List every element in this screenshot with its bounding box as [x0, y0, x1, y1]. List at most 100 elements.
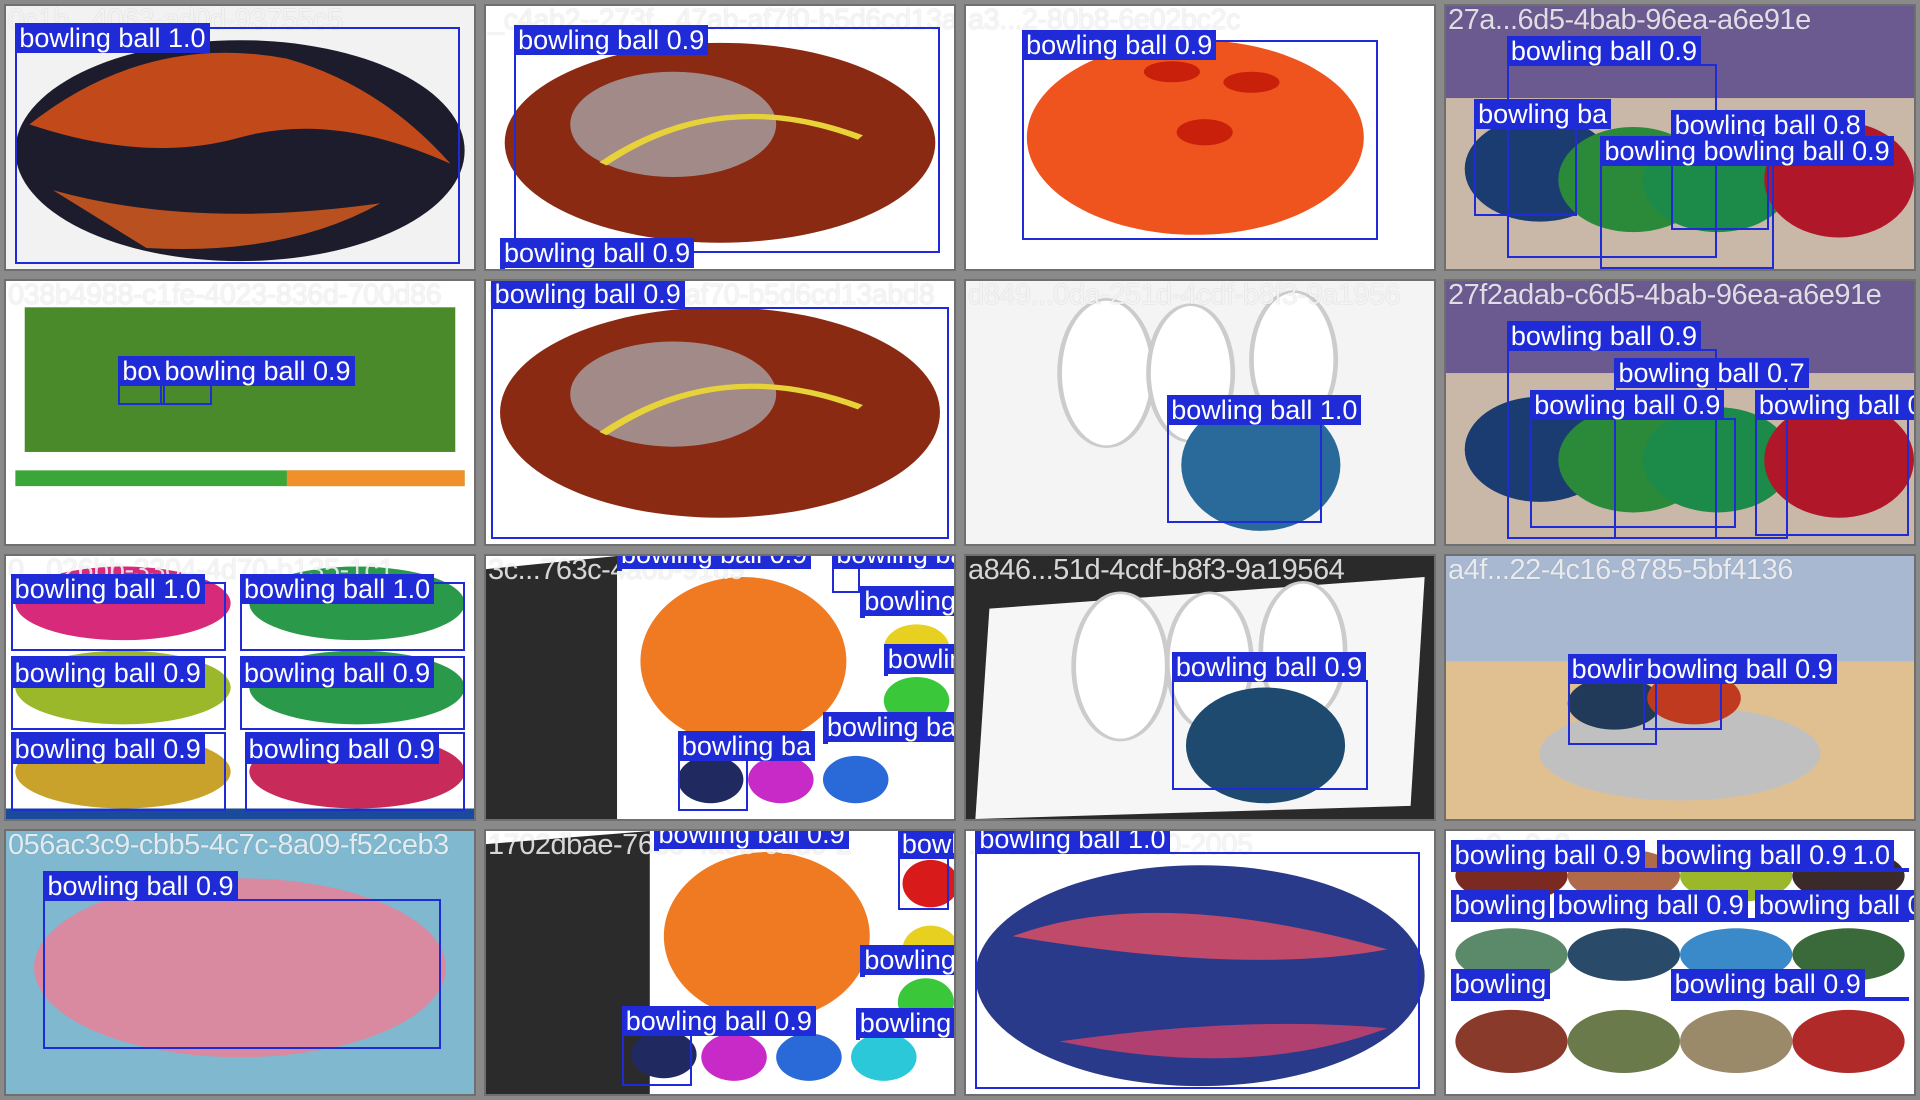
tile-10: 3c...763c-4a0b-91d9 bowling ball 0.9 bow…	[484, 554, 956, 821]
detection-label: bowling ball 0.9	[860, 585, 954, 616]
bounding-box: bowling ball 0.9	[43, 871, 442, 1050]
bounding-box: bowling ball 0.4	[832, 556, 954, 593]
bounding-box: bowling ball 1.0	[15, 23, 460, 264]
bounding-box: bowling ball 1.0	[10, 574, 226, 651]
detection-label: bowling ball 0.9	[514, 25, 709, 56]
bounding-box: bowling ball 0.9	[1022, 30, 1378, 241]
detection-label: bowling ball 0.9	[1642, 654, 1837, 685]
detection-label: bowling ball 0.9	[855, 1008, 954, 1039]
detection-label: bowlin	[897, 831, 954, 860]
detection-label: bowling ball 0.9	[654, 831, 849, 849]
detection-label: bowling ball 0.9	[1670, 968, 1865, 999]
tile-3: a3...2-80b8-6e02bc2c bowling ball 0.9	[964, 4, 1436, 271]
tile-14: 1702dbae-763c-4a0b-91d9-2 bowling ball 0…	[484, 829, 956, 1096]
detection-label: bowling bowling ball 0.9	[1600, 135, 1894, 166]
bounding-box: bowling ball 0.9	[1171, 651, 1369, 791]
bounding-box: bowling ball 0.9	[654, 831, 849, 851]
detection-label: bowling ball 0.9	[617, 556, 812, 569]
bounding-box: bowling ball 0.9	[860, 585, 954, 618]
bounding-box: bowling ball 0.9	[822, 712, 954, 745]
detection-label: bowling ba	[677, 730, 815, 761]
bounding-box: bowling ball 0.9	[244, 732, 465, 812]
detection-label: bowling ball 0.9	[43, 871, 238, 902]
tile-5: 038b4988-c1fe-4023-836d-700d86 bov bowli…	[4, 279, 476, 546]
tile-4: 27a...6d5-4bab-96ea-a6e91e bowling ball …	[1444, 4, 1916, 271]
bounding-box: bowling ba	[1474, 98, 1612, 217]
tile-9: 0...026bb-3304-4d70-b135-1c1 bowling bal…	[4, 554, 476, 821]
bounding-box: bowling ball 0.9	[10, 655, 226, 730]
detection-label: bowling ball 0.9	[160, 355, 355, 386]
detection-label: bowling ball 0.9	[1754, 889, 1914, 920]
tile-13: 056ac3c9-cbb5-4c7c-8a09-f52ceb3 bowling …	[4, 829, 476, 1096]
detection-label: bowling ball 0.9	[244, 734, 439, 765]
detection-label: bowling ball 0.9	[500, 238, 695, 269]
bounding-box: bov	[118, 355, 170, 405]
detection-label: bowling ball 0.9	[490, 281, 685, 310]
detection-label: bowling ball 1.0	[10, 574, 205, 605]
detection-label: bowling ball 0.9	[1506, 35, 1701, 66]
detection-label: bowling ball 1.0	[240, 574, 435, 605]
bounding-box: bowling ball 0.9	[500, 238, 695, 269]
bounding-box: bowling ba	[677, 730, 815, 812]
bounding-box: bowling ball 0.9	[240, 655, 465, 730]
tile-2: _c4ab2--273f...47ab-af7f0-b5d6cd13ab8 bo…	[484, 4, 956, 271]
detection-label: bowling ball 0.9	[1656, 839, 1851, 870]
detection-label: bowling ball 0.9	[10, 657, 205, 688]
bounding-box: bowling ball 0.9	[1754, 889, 1914, 922]
bounding-box: bowling ball 0.9	[621, 1005, 816, 1087]
tile-8: 27f2adab-c6d5-4bab-96ea-a6e91e bowling b…	[1444, 279, 1916, 546]
detection-grid: 0c1b...4063-ad0d-93755c5 bowling ball 1.…	[0, 0, 1920, 1100]
bounding-box: bowling ball 0.4	[883, 643, 954, 676]
detection-label: bowling ball 0.4	[883, 643, 954, 674]
bounding-box: bowling ball 0.9	[1553, 889, 1760, 922]
detection-label: bowling ball 0.8	[860, 945, 954, 976]
bounding-box: bowling ball 0.9	[514, 25, 940, 254]
detection-label: bowling ball 0.9	[1530, 389, 1725, 420]
detection-label: bowling ball 0.9	[10, 734, 205, 765]
bounding-box: bowling ball 0.9	[1656, 839, 1854, 872]
bounding-box: bowling ball 1.0	[975, 831, 1420, 1089]
detection-label: bowling ball 0.9	[1553, 889, 1748, 920]
tile-6: fbe4...efe-47ab-af70-b5d6cd13abd8 bowlin…	[484, 279, 956, 546]
detection-label: bowling ball 0.9	[1754, 389, 1914, 420]
bounding-box: bowling bowling ball 0.9	[1600, 135, 1894, 269]
bounding-box: bowling ball 0.9	[490, 281, 950, 539]
bounding-box: bowling ball 0.8	[860, 945, 954, 978]
detection-label: bowling ball 0.9	[1506, 321, 1701, 352]
detection-label: bowling ball 1.0	[15, 23, 210, 54]
tile-16: ...a9...0c2 bowling ball 0.9 bowling bal…	[1444, 829, 1916, 1096]
detection-label: bowling ball 0.9	[621, 1005, 816, 1036]
bounding-box: bowlin	[897, 831, 954, 910]
tile-1: 0c1b...4063-ad0d-93755c5 bowling ball 1.…	[4, 4, 476, 271]
detection-label: bowling ball 0.7	[1614, 358, 1809, 389]
bounding-box: bowling ball 0.9	[10, 732, 226, 812]
detection-label: bowling ba	[1474, 98, 1612, 129]
tile-15: ...7d2-4490-8a50-2005 bowling ball 1.0	[964, 829, 1436, 1096]
bounding-box: bowling ball 0.9	[855, 1008, 954, 1041]
detection-label: bowling	[1450, 968, 1551, 999]
bounding-box: bowling	[1450, 889, 1554, 922]
detection-label: bowling ball 0.9	[1022, 30, 1217, 61]
bounding-box: bowling ball 0.9	[1754, 389, 1914, 537]
tile-image	[6, 281, 474, 544]
bounding-box: bowling ball 0.9	[160, 355, 355, 405]
detection-label: bowling ball 1.0	[975, 831, 1170, 855]
detection-label: bowling ball 0.9	[240, 657, 435, 688]
detection-label: 1.0	[1848, 839, 1895, 870]
bounding-box: 1.0	[1848, 839, 1910, 872]
bounding-box: bowling	[1450, 968, 1551, 1001]
detection-label: bowling ball 0.9	[1171, 651, 1367, 682]
bounding-box: bowling ball 1.0	[1167, 395, 1362, 523]
bounding-box: bowling ball 1.0	[240, 574, 465, 651]
bounding-box: bowling ball 0.9	[1450, 839, 1662, 872]
detection-label: bowling	[1450, 889, 1551, 920]
bounding-box: bowling ball 0.9	[1670, 968, 1910, 1001]
tile-12: a4f...22-4c16-8785-5bf4136 bowling ball …	[1444, 554, 1916, 821]
bounding-box: bowling ball 0.9	[617, 556, 812, 571]
tile-11: a846...51d-4cdf-b8f3-9a19564 bowling bal…	[964, 554, 1436, 821]
detection-label: bowling ball 0.9	[822, 712, 954, 743]
tile-7: d849...0da-251d-4cdf-b8f3-9a1956 bowling…	[964, 279, 1436, 546]
bounding-box: bowling ball 0.9	[1642, 654, 1837, 730]
bounding-box: bowling ball 0.9	[1530, 389, 1737, 529]
detection-label: bowling ball 0.4	[832, 556, 954, 569]
